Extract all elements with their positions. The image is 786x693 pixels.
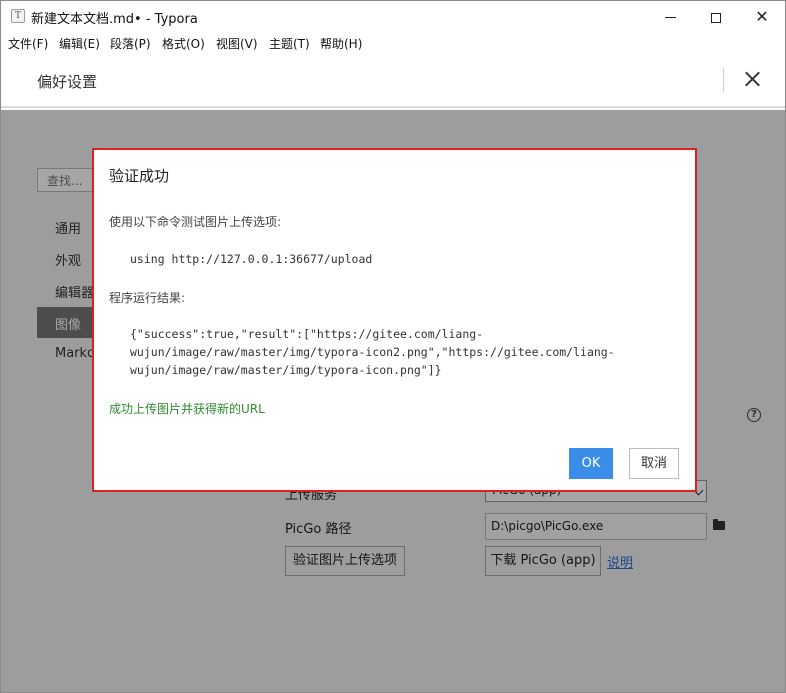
menu-bar: 文件(F) 编辑(E) 段落(P) 格式(O) 视图(V) 主题(T) 帮助(H… — [1, 32, 785, 54]
menu-file[interactable]: 文件(F) — [8, 35, 48, 52]
preferences-header: 偏好设置 — [1, 54, 785, 108]
header-divider — [723, 68, 724, 92]
command-label: 使用以下命令测试图片上传选项: — [109, 215, 282, 229]
command-text: using http://127.0.0.1:36677/upload — [130, 252, 373, 266]
typora-app-icon: T — [11, 9, 25, 23]
ok-button[interactable]: OK — [569, 448, 613, 479]
menu-help[interactable]: 帮助(H) — [320, 35, 362, 52]
menu-edit[interactable]: 编辑(E) — [59, 35, 100, 52]
result-line-3: wujun/image/raw/master/img/typora-icon.p… — [130, 363, 442, 377]
minimize-button[interactable] — [647, 1, 693, 32]
dialog-title: 验证成功 — [109, 167, 170, 185]
typora-window: T 新建文本文档.md• - Typora ✕ 文件(F) 编辑(E) 段落(P… — [0, 0, 786, 693]
verify-success-dialog: 验证成功 使用以下命令测试图片上传选项: using http://127.0.… — [92, 148, 697, 492]
close-preferences-button[interactable] — [741, 65, 765, 93]
close-window-button[interactable]: ✕ — [739, 1, 785, 32]
menu-view[interactable]: 视图(V) — [216, 35, 258, 52]
maximize-icon — [711, 12, 721, 23]
title-bar: T 新建文本文档.md• - Typora ✕ — [1, 1, 785, 32]
success-message: 成功上传图片并获得新的URL — [109, 402, 265, 416]
result-line-2: wujun/image/raw/master/img/typora-icon2.… — [130, 345, 615, 359]
minimize-icon — [664, 17, 676, 18]
preferences-title: 偏好设置 — [37, 73, 98, 91]
close-icon: ✕ — [755, 7, 769, 26]
menu-format[interactable]: 格式(O) — [162, 35, 205, 52]
menu-paragraph[interactable]: 段落(P) — [110, 35, 151, 52]
result-label: 程序运行结果: — [109, 291, 186, 305]
maximize-button[interactable] — [693, 1, 739, 32]
menu-theme[interactable]: 主题(T) — [269, 35, 310, 52]
result-line-1: {"success":true,"result":["https://gitee… — [130, 327, 484, 341]
cancel-button[interactable]: 取消 — [629, 448, 679, 479]
window-title: 新建文本文档.md• - Typora — [31, 12, 198, 27]
